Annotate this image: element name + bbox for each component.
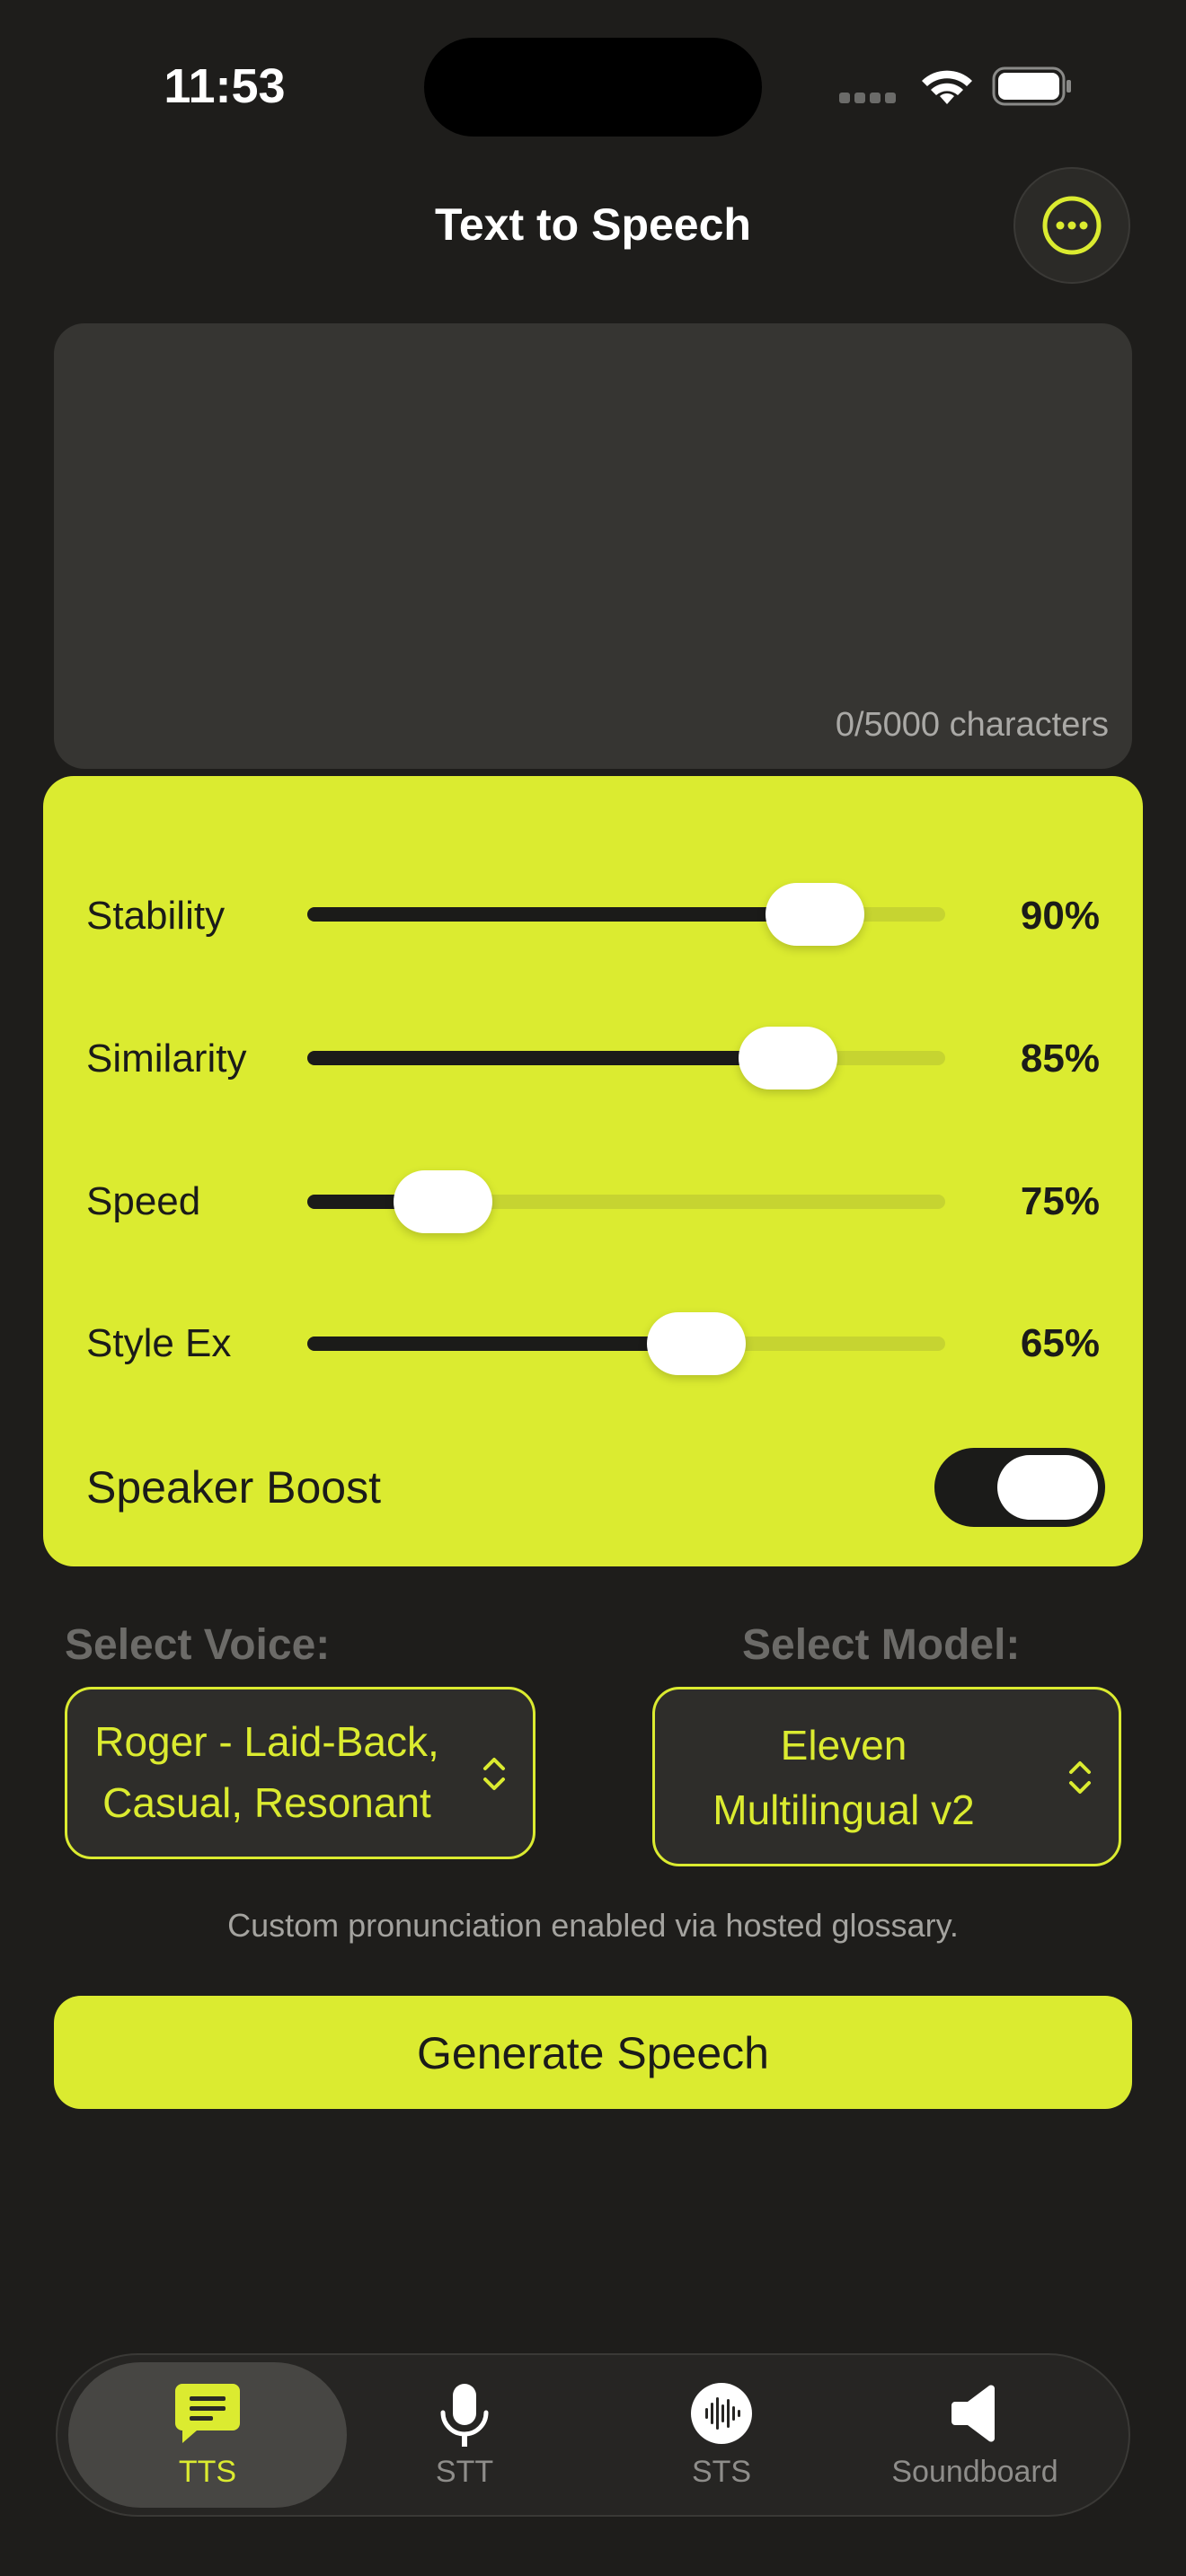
speed-value: 75% xyxy=(1020,1179,1100,1223)
tab-soundboard-label: Soundboard xyxy=(891,2455,1058,2489)
style-ex-label: Style Ex xyxy=(86,1321,232,1365)
voice-select[interactable]: Roger - Laid-Back, Casual, Resonant xyxy=(65,1687,535,1859)
similarity-slider-fill xyxy=(307,1051,788,1065)
voice-select-line1: Roger - Laid-Back, xyxy=(94,1718,439,1765)
model-select-line1: Eleven xyxy=(780,1722,907,1769)
tab-tts-label: TTS xyxy=(178,2455,237,2489)
message-icon xyxy=(175,2384,240,2443)
voice-select-line2: Casual, Resonant xyxy=(102,1779,431,1826)
speed-slider-thumb[interactable] xyxy=(394,1170,492,1233)
chevron-up-down-icon xyxy=(483,1758,505,1790)
generate-speech-button[interactable]: Generate Speech xyxy=(54,1996,1132,2109)
tab-tts[interactable]: TTS xyxy=(68,2362,347,2508)
similarity-slider-thumb[interactable] xyxy=(739,1027,837,1090)
speaker-icon xyxy=(951,2385,995,2442)
similarity-label: Similarity xyxy=(86,1037,247,1081)
stability-slider-fill xyxy=(307,907,815,922)
speaker-boost-label: Speaker Boost xyxy=(86,1462,381,1513)
speed-label: Speed xyxy=(86,1179,201,1223)
tab-sts[interactable]: STS xyxy=(604,2362,839,2508)
style-ex-slider-fill xyxy=(307,1337,696,1351)
model-select[interactable]: Eleven Multilingual v2 xyxy=(652,1687,1121,1866)
stability-slider-thumb[interactable] xyxy=(766,883,864,946)
style-ex-slider[interactable] xyxy=(307,1312,945,1375)
speed-slider[interactable] xyxy=(307,1170,945,1233)
tab-stt-label: STT xyxy=(435,2455,494,2489)
pronunciation-note: Custom pronunciation enabled via hosted … xyxy=(227,1907,959,1944)
stability-slider[interactable] xyxy=(307,883,945,946)
speaker-boost-toggle[interactable] xyxy=(934,1448,1105,1527)
character-count: 0/5000 characters xyxy=(835,706,1109,744)
more-options-button[interactable] xyxy=(1013,167,1130,284)
wifi-icon xyxy=(922,70,972,104)
similarity-slider[interactable] xyxy=(307,1027,945,1090)
model-select-line2: Multilingual v2 xyxy=(712,1786,975,1833)
signal-icon xyxy=(839,92,900,108)
status-time: 11:53 xyxy=(164,59,286,113)
stability-value: 90% xyxy=(1020,894,1100,938)
tab-soundboard[interactable]: Soundboard xyxy=(857,2362,1093,2508)
waveform-icon xyxy=(691,2383,752,2444)
select-voice-label: Select Voice: xyxy=(65,1621,331,1669)
speaker-boost-toggle-knob xyxy=(997,1455,1098,1520)
stability-label: Stability xyxy=(86,894,226,938)
dynamic-island xyxy=(424,38,762,137)
text-input[interactable] xyxy=(54,323,1132,769)
chevron-up-down-icon xyxy=(1069,1761,1091,1794)
style-ex-value: 65% xyxy=(1020,1321,1100,1365)
tab-stt[interactable]: STT xyxy=(347,2362,582,2508)
similarity-value: 85% xyxy=(1020,1037,1100,1081)
page-title: Text to Speech xyxy=(435,199,751,250)
battery-icon xyxy=(992,66,1071,106)
ellipsis-circle-icon xyxy=(1042,196,1102,255)
tab-sts-label: STS xyxy=(691,2455,752,2489)
microphone-icon xyxy=(440,2384,489,2447)
style-ex-slider-thumb[interactable] xyxy=(647,1312,746,1375)
select-model-label: Select Model: xyxy=(742,1621,1021,1669)
